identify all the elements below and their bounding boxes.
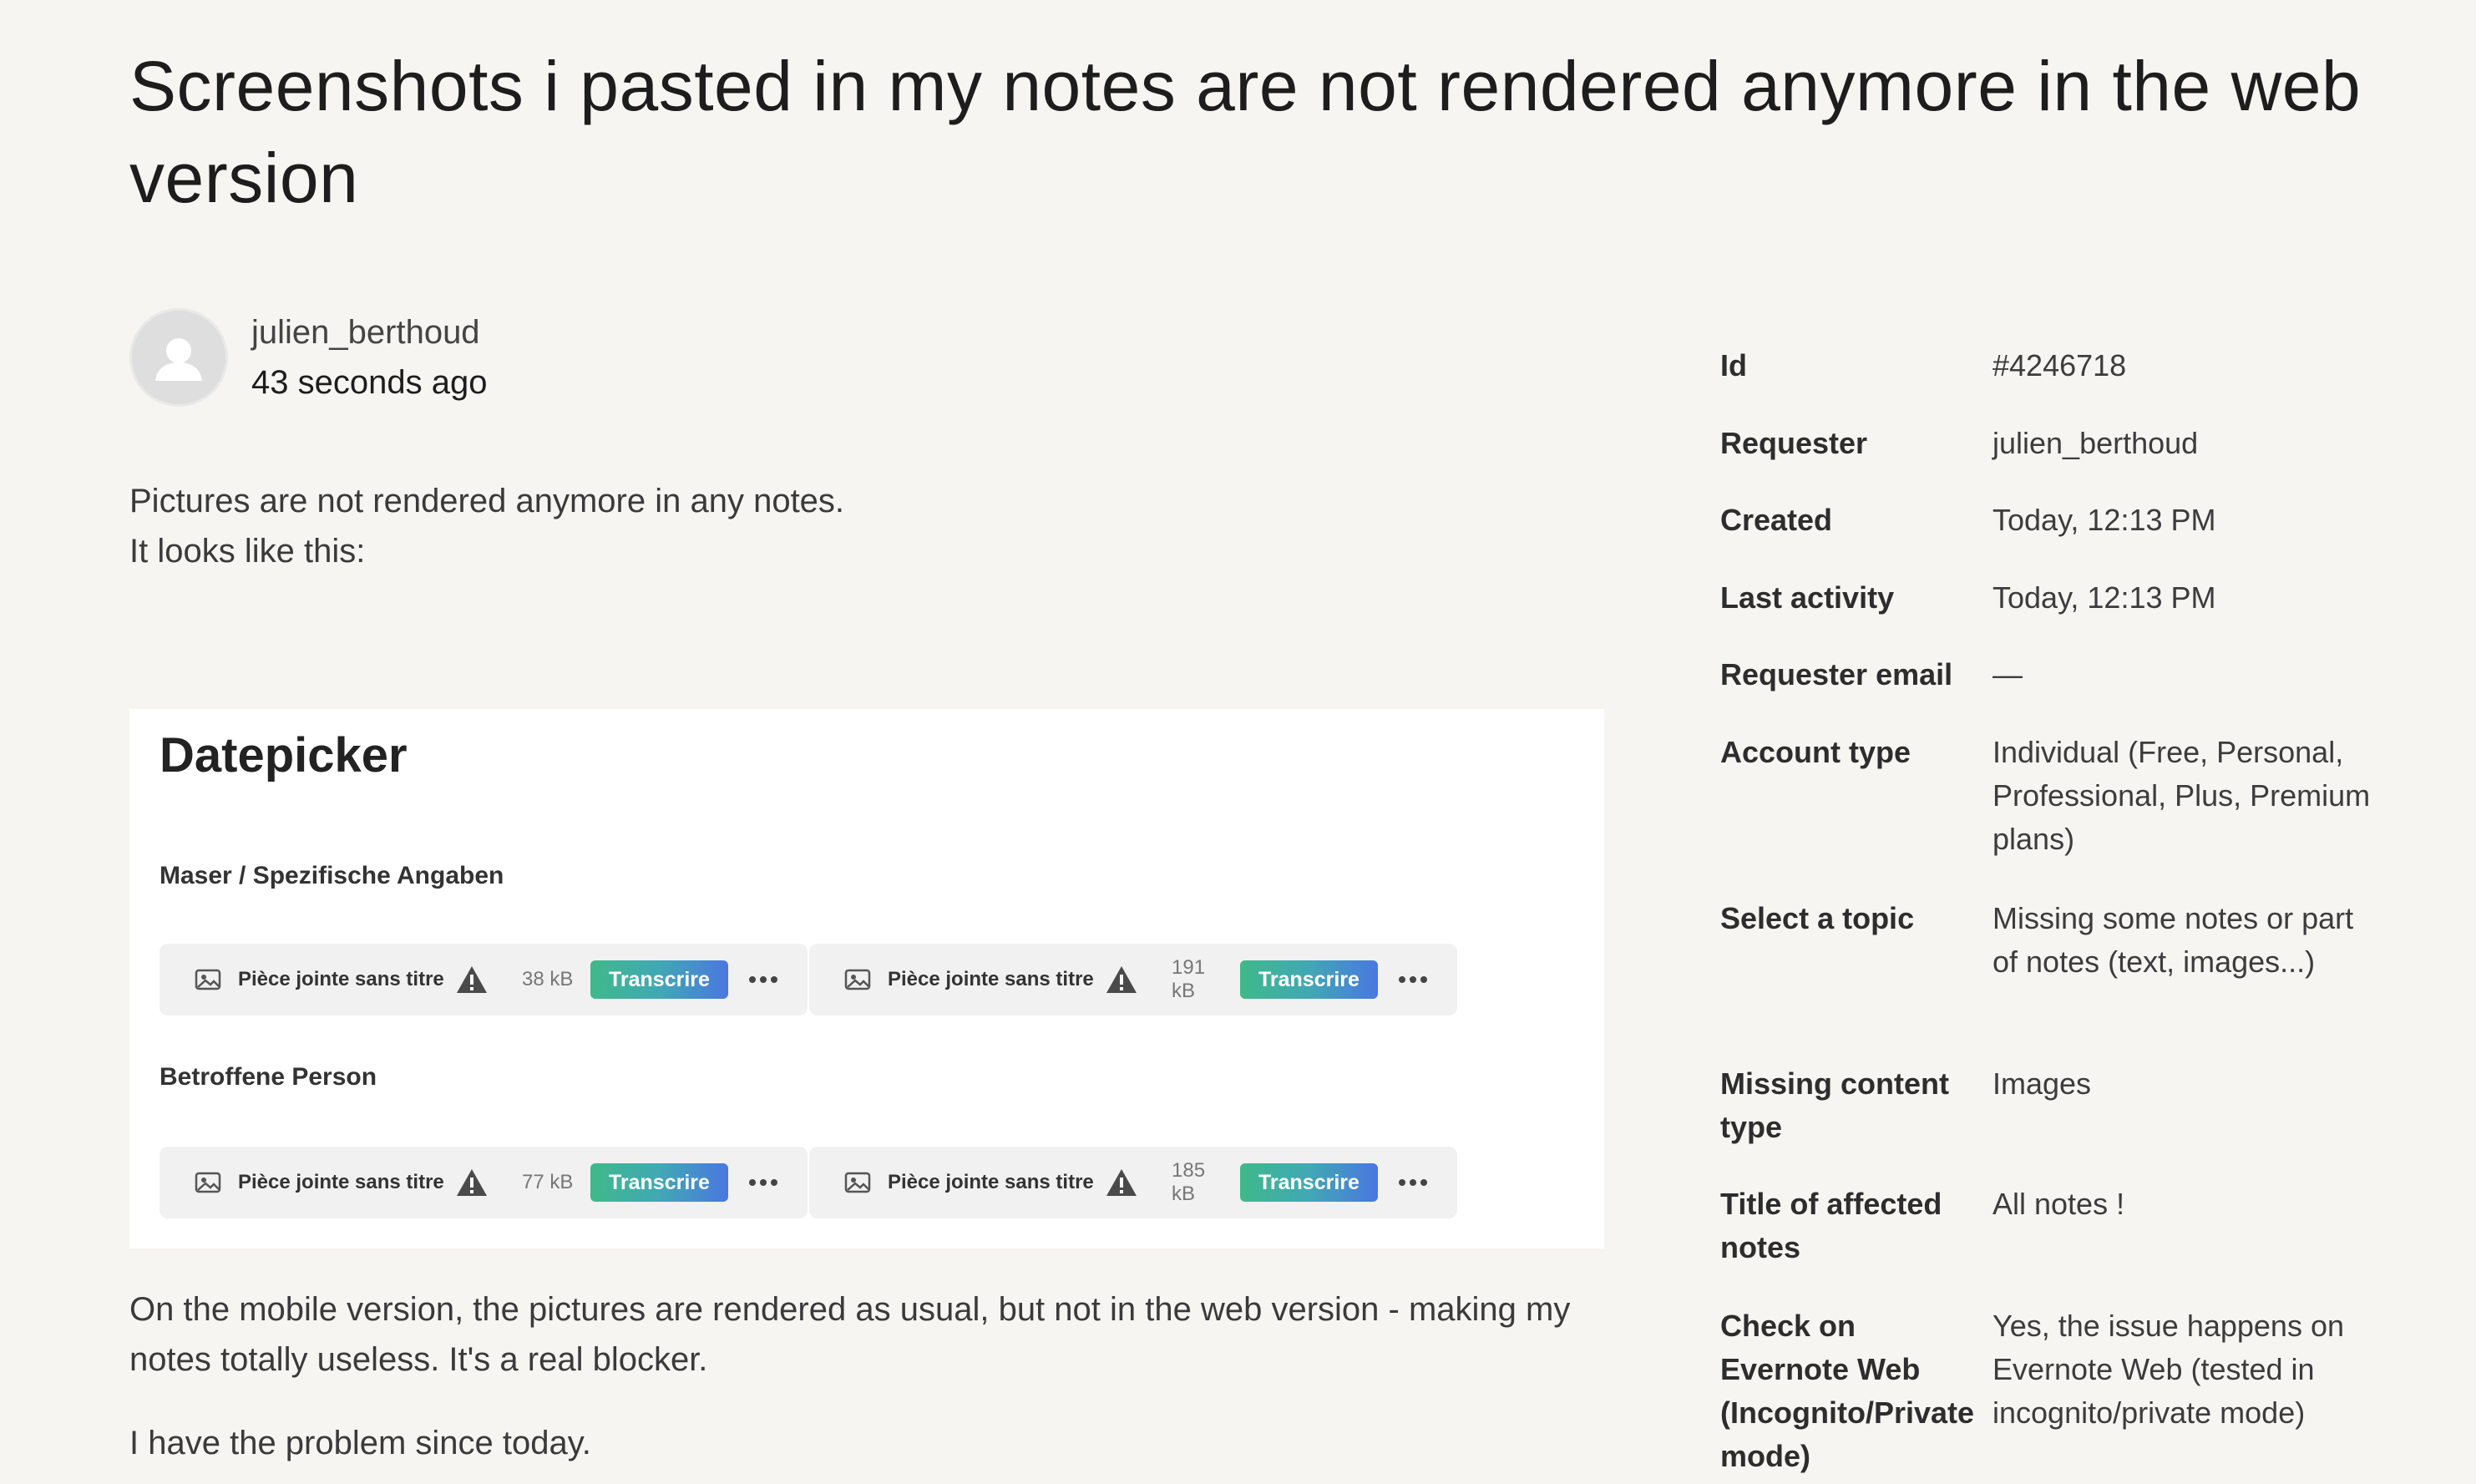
- warning-icon: [1106, 1169, 1137, 1196]
- detail-label: Select a topic: [1720, 901, 1915, 935]
- attachment-size: 185 kB: [1172, 1159, 1206, 1205]
- author-block: julien_berthoud 43 seconds ago: [129, 307, 487, 408]
- detail-label: Missing content type: [1720, 1066, 1950, 1144]
- attachment-item: Pièce jointe sans titre 77 kB Transcrire: [159, 1147, 808, 1218]
- attachment-name: Pièce jointe sans titre: [238, 1171, 444, 1193]
- embed-section-label: Betroffene Person: [159, 1063, 377, 1091]
- detail-value: Missing some notes or part of notes (tex…: [1992, 901, 2354, 979]
- detail-label: Account type: [1720, 735, 1911, 769]
- detail-label: Title of affected notes: [1720, 1187, 1942, 1264]
- user-avatar-icon[interactable]: [129, 308, 228, 407]
- body-paragraph-1: Pictures are not rendered anymore in any…: [129, 476, 1616, 576]
- embed-title: Datepicker: [159, 728, 408, 783]
- attachment-item: Pièce jointe sans titre 38 kB Transcrire: [159, 944, 808, 1016]
- attachment-name: Pièce jointe sans titre: [888, 968, 1094, 990]
- image-icon: [195, 1172, 221, 1193]
- detail-value: Today, 12:13 PM: [1992, 580, 2216, 615]
- page-title: Screenshots i pasted in my notes are not…: [129, 47, 2362, 217]
- embedded-screenshot: Datepicker Maser / Spezifische Angaben P…: [129, 709, 1604, 1248]
- detail-label: Check on Evernote Web (Incognito/Private…: [1720, 1309, 1975, 1473]
- attachment-size: 77 kB: [522, 1171, 574, 1193]
- more-icon: [748, 976, 777, 983]
- detail-value: All notes !: [1992, 1187, 2125, 1221]
- detail-value: —: [1992, 657, 2023, 691]
- detail-value: julien_berthoud: [1992, 426, 2199, 460]
- image-icon: [844, 969, 871, 990]
- warning-icon: [1106, 966, 1137, 993]
- warning-icon: [457, 1169, 487, 1196]
- detail-label: Id: [1720, 348, 1747, 382]
- more-icon: [1398, 1179, 1427, 1186]
- detail-label: Created: [1720, 503, 1833, 537]
- author-name[interactable]: julien_berthoud: [251, 307, 487, 357]
- post-timestamp: 43 seconds ago: [251, 364, 488, 401]
- detail-label: Last activity: [1720, 580, 1895, 615]
- transcribe-button: Transcrire: [590, 1163, 728, 1202]
- embed-section-label: Maser / Spezifische Angaben: [159, 862, 504, 889]
- image-icon: [195, 969, 221, 990]
- body-paragraph-3: I have the problem since today.: [129, 1425, 591, 1461]
- detail-value: Today, 12:13 PM: [1992, 503, 2216, 537]
- attachment-size: 191 kB: [1172, 956, 1206, 1002]
- body-paragraph-2: On the mobile version, the pictures are …: [129, 1291, 1571, 1378]
- detail-label: Requester: [1720, 426, 1868, 460]
- image-icon: [844, 1172, 871, 1193]
- detail-value: #4246718: [1992, 348, 2127, 382]
- attachment-size: 38 kB: [522, 968, 574, 990]
- body-line: It looks like this:: [129, 533, 366, 570]
- attachment-name: Pièce jointe sans titre: [238, 968, 444, 990]
- transcribe-button: Transcrire: [1240, 960, 1378, 999]
- more-icon: [748, 1179, 777, 1186]
- detail-value: Yes, the issue happens on Evernote Web (…: [1992, 1309, 2344, 1430]
- body-line: Pictures are not rendered anymore in any…: [129, 483, 845, 519]
- attachment-item: Pièce jointe sans titre 185 kB Transcrir…: [809, 1147, 1457, 1218]
- attachment-item: Pièce jointe sans titre 191 kB Transcrir…: [809, 944, 1457, 1016]
- transcribe-button: Transcrire: [1240, 1163, 1378, 1202]
- detail-value: Individual (Free, Personal, Professional…: [1992, 735, 2371, 856]
- attachment-name: Pièce jointe sans titre: [888, 1171, 1094, 1193]
- detail-label: Requester email: [1720, 657, 1953, 691]
- more-icon: [1398, 976, 1427, 983]
- transcribe-button: Transcrire: [590, 960, 728, 999]
- detail-value: Images: [1992, 1066, 2092, 1101]
- warning-icon: [457, 966, 487, 993]
